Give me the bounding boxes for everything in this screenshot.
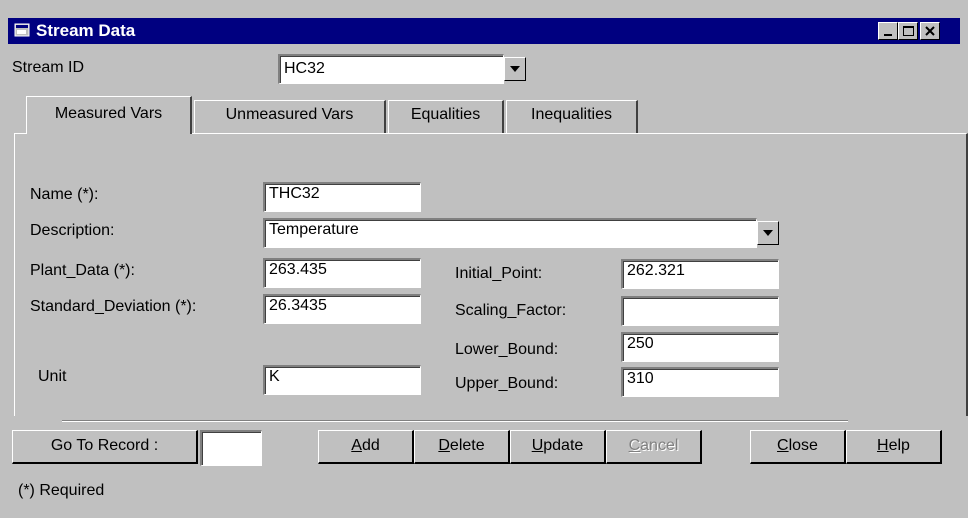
add-button[interactable]: Add [318,430,414,464]
upper-bound-input[interactable]: 310 [621,367,779,397]
stream-id-dropdown-button[interactable] [504,57,526,81]
lower-bound-input[interactable]: 250 [621,332,779,362]
name-label: Name (*): [30,186,99,203]
description-dropdown-button[interactable] [757,221,779,245]
cancel-button[interactable]: Cancel [606,430,702,464]
stream-id-combobox[interactable]: HC32 [278,54,504,84]
stream-data-window: Stream Data Stream ID HC32 Measured Vars… [0,0,968,518]
lower-bound-label: Lower_Bound: [455,341,559,358]
go-to-record-input[interactable] [200,430,262,466]
upper-bound-label: Upper_Bound: [455,375,559,392]
window-icon [14,23,30,37]
tab-measured-vars[interactable]: Measured Vars [26,96,192,134]
stream-id-label: Stream ID [12,59,85,76]
tab-inequalities[interactable]: Inequalities [506,100,638,133]
close-icon [925,26,935,36]
tab-equalities[interactable]: Equalities [388,100,504,133]
scaling-factor-input[interactable] [621,296,779,326]
plant-data-label: Plant_Data (*): [30,262,135,279]
close-window-button[interactable] [920,22,940,40]
go-to-record-button[interactable]: Go To Record : [12,430,198,464]
standard-deviation-label: Standard_Deviation (*): [30,298,197,315]
title-bar[interactable]: Stream Data [8,18,960,44]
maximize-icon [903,26,914,36]
separator-line [62,420,848,422]
minimize-button[interactable] [878,22,898,40]
description-combobox[interactable]: Temperature [263,218,757,248]
initial-point-input[interactable]: 262.321 [621,259,779,289]
stream-id-value: HC32 [284,60,325,77]
help-button[interactable]: Help [846,430,942,464]
initial-point-label: Initial_Point: [455,265,543,282]
maximize-button[interactable] [898,22,918,40]
minimize-icon [884,34,892,36]
delete-button[interactable]: Delete [414,430,510,464]
name-input[interactable]: THC32 [263,182,421,212]
update-button[interactable]: Update [510,430,606,464]
tab-unmeasured-vars[interactable]: Unmeasured Vars [194,100,386,133]
required-note: (*) Required [18,482,105,499]
chevron-down-icon [763,230,773,236]
window-title: Stream Data [36,21,136,40]
unit-input[interactable]: K [263,365,421,395]
close-button[interactable]: Close [750,430,846,464]
unit-label: Unit [38,368,67,385]
standard-deviation-input[interactable]: 26.3435 [263,294,421,324]
scaling-factor-label: Scaling_Factor: [455,302,567,319]
description-label: Description: [30,222,115,239]
chevron-down-icon [510,66,520,72]
plant-data-input[interactable]: 263.435 [263,258,421,288]
